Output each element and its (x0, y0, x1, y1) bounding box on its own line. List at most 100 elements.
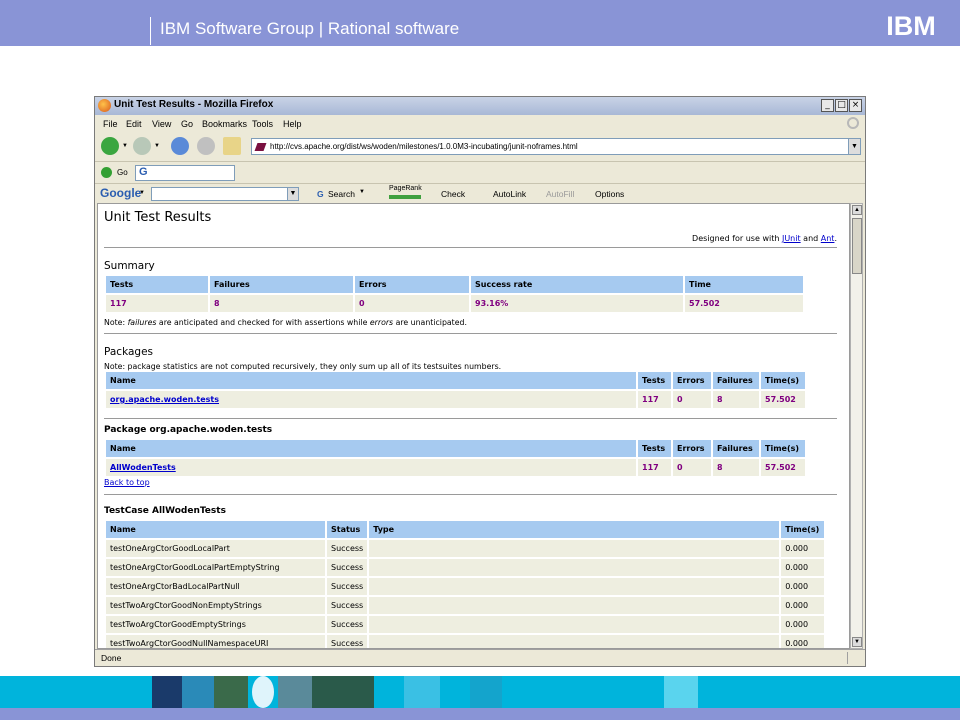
menu-file[interactable]: File (103, 119, 118, 129)
back-to-top-link[interactable]: Back to top (104, 478, 150, 487)
footer-image-3 (214, 676, 248, 708)
note-suffix: are unanticipated. (393, 318, 467, 327)
google-logo[interactable]: Google (100, 186, 141, 200)
packages-heading: Packages (104, 346, 153, 358)
ibm-logo: IBM (886, 11, 936, 38)
testcase-header-type: Type (369, 521, 780, 538)
scroll-down-button[interactable]: ▼ (852, 637, 862, 647)
testcase-header-time: Time(s) (781, 521, 825, 538)
testsuite-time: 57.502 (761, 459, 805, 476)
url-field[interactable]: http://cvs.apache.org/dist/ws/woden/mile… (251, 138, 849, 155)
table-row: testTwoArgCtorGoodNonEmptyStrings Success… (106, 597, 825, 614)
home-icon[interactable] (223, 137, 241, 155)
note-prefix: Note: (104, 318, 128, 327)
go-input[interactable] (135, 165, 235, 181)
stop-icon[interactable] (197, 137, 215, 155)
detail-header-time: Time(s) (761, 440, 805, 457)
divider-4 (104, 494, 837, 495)
detail-header-errors: Errors (673, 440, 711, 457)
testcase-name: testTwoArgCtorGoodNullNamespaceURI (106, 635, 325, 648)
maximize-button[interactable]: □ (835, 99, 848, 112)
autofill-button[interactable]: AutoFill (546, 189, 574, 199)
menu-bookmarks[interactable]: Bookmarks (202, 119, 247, 129)
minimize-button[interactable]: _ (821, 99, 834, 112)
ant-link[interactable]: Ant (821, 234, 835, 243)
window-titlebar[interactable]: Unit Test Results - Mozilla Firefox _ □ … (95, 97, 865, 115)
testsuite-name-cell: AllWodenTests (106, 459, 636, 476)
testcase-type (369, 635, 780, 648)
testcase-type (369, 578, 780, 595)
testsuite-link[interactable]: AllWodenTests (110, 463, 176, 472)
summary-header-time: Time (685, 276, 803, 293)
footer-image-9 (664, 676, 698, 708)
testcase-name: testOneArgCtorGoodLocalPartEmptyString (106, 559, 325, 576)
designed-and: and (800, 234, 821, 243)
summary-header-success-rate: Success rate (471, 276, 683, 293)
note-mid: are anticipated and checked for with ass… (156, 318, 370, 327)
check-button[interactable]: Check (441, 189, 465, 199)
testcase-type (369, 559, 780, 576)
packages-header-name: Name (106, 372, 636, 389)
status-separator (847, 652, 848, 664)
summary-heading: Summary (104, 260, 155, 272)
scroll-up-button[interactable]: ▲ (852, 205, 862, 215)
google-search-dropdown[interactable]: ▼ (287, 187, 299, 201)
navigation-toolbar: ▼ ▼ http://cvs.apache.org/dist/ws/woden/… (95, 133, 865, 159)
testcase-header-name: Name (106, 521, 325, 538)
package-link[interactable]: org.apache.woden.tests (110, 395, 219, 404)
testsuite-errors: 0 (673, 459, 711, 476)
autolink-button[interactable]: AutoLink (493, 189, 526, 199)
forward-dropdown-icon[interactable]: ▼ (154, 143, 160, 149)
google-search-input[interactable] (151, 187, 299, 201)
scroll-thumb[interactable] (852, 218, 862, 274)
testcase-name: testTwoArgCtorGoodEmptyStrings (106, 616, 325, 633)
summary-time-value: 57.502 (685, 295, 803, 312)
url-dropdown-button[interactable]: ▼ (848, 138, 861, 155)
testcase-status: Success (327, 559, 368, 576)
pagerank-label[interactable]: PageRank (389, 185, 422, 192)
summary-errors-value: 0 (355, 295, 469, 312)
junit-link[interactable]: JUnit (782, 234, 801, 243)
go-label[interactable]: Go (117, 168, 128, 177)
url-text: http://cvs.apache.org/dist/ws/woden/mile… (270, 142, 578, 151)
menu-view[interactable]: View (152, 119, 171, 129)
testcase-time: 0.000 (781, 597, 825, 614)
vertical-scrollbar[interactable]: ▲ ▼ (850, 203, 863, 649)
testcase-type (369, 597, 780, 614)
testcase-time: 0.000 (781, 635, 825, 648)
options-button[interactable]: Options (595, 189, 624, 199)
menu-help[interactable]: Help (283, 119, 302, 129)
menu-go[interactable]: Go (181, 119, 193, 129)
reload-icon[interactable] (171, 137, 189, 155)
testcase-time: 0.000 (781, 616, 825, 633)
back-dropdown-icon[interactable]: ▼ (122, 143, 128, 149)
back-arrow-icon[interactable] (101, 137, 119, 155)
footer-image-8 (470, 676, 502, 708)
footer-image-4 (252, 676, 274, 708)
summary-tests-value: 117 (106, 295, 208, 312)
testcase-time: 0.000 (781, 540, 825, 557)
menu-tools[interactable]: Tools (252, 119, 273, 129)
package-time: 57.502 (761, 391, 805, 408)
close-button[interactable]: × (849, 99, 862, 112)
forward-arrow-icon[interactable] (133, 137, 151, 155)
go-icon[interactable] (101, 167, 112, 178)
google-toolbar: Google ▼ ▼ G Search ▼ PageRank Check Aut… (95, 183, 865, 203)
package-tests: 117 (638, 391, 671, 408)
search-dropdown-icon[interactable]: ▼ (359, 189, 365, 195)
google-g-icon: G (139, 166, 148, 178)
menu-edit[interactable]: Edit (126, 119, 142, 129)
table-row: testOneArgCtorGoodLocalPart Success 0.000 (106, 540, 825, 557)
packages-header-errors: Errors (673, 372, 711, 389)
testsuite-tests: 117 (638, 459, 671, 476)
testcase-heading: TestCase AllWodenTests (104, 506, 226, 516)
table-row: testOneArgCtorBadLocalPartNull Success 0.0… (106, 578, 825, 595)
divider-2 (104, 333, 837, 334)
firefox-icon (98, 99, 111, 112)
google-search-button[interactable]: Search (328, 189, 355, 199)
google-logo-dropdown-icon[interactable]: ▼ (139, 190, 145, 196)
designed-prefix: Designed for use with (692, 234, 782, 243)
table-row: testTwoArgCtorGoodNullNamespaceURI Succes… (106, 635, 825, 648)
google-search-icon[interactable]: G (317, 189, 324, 199)
designed-period: . (834, 234, 837, 243)
